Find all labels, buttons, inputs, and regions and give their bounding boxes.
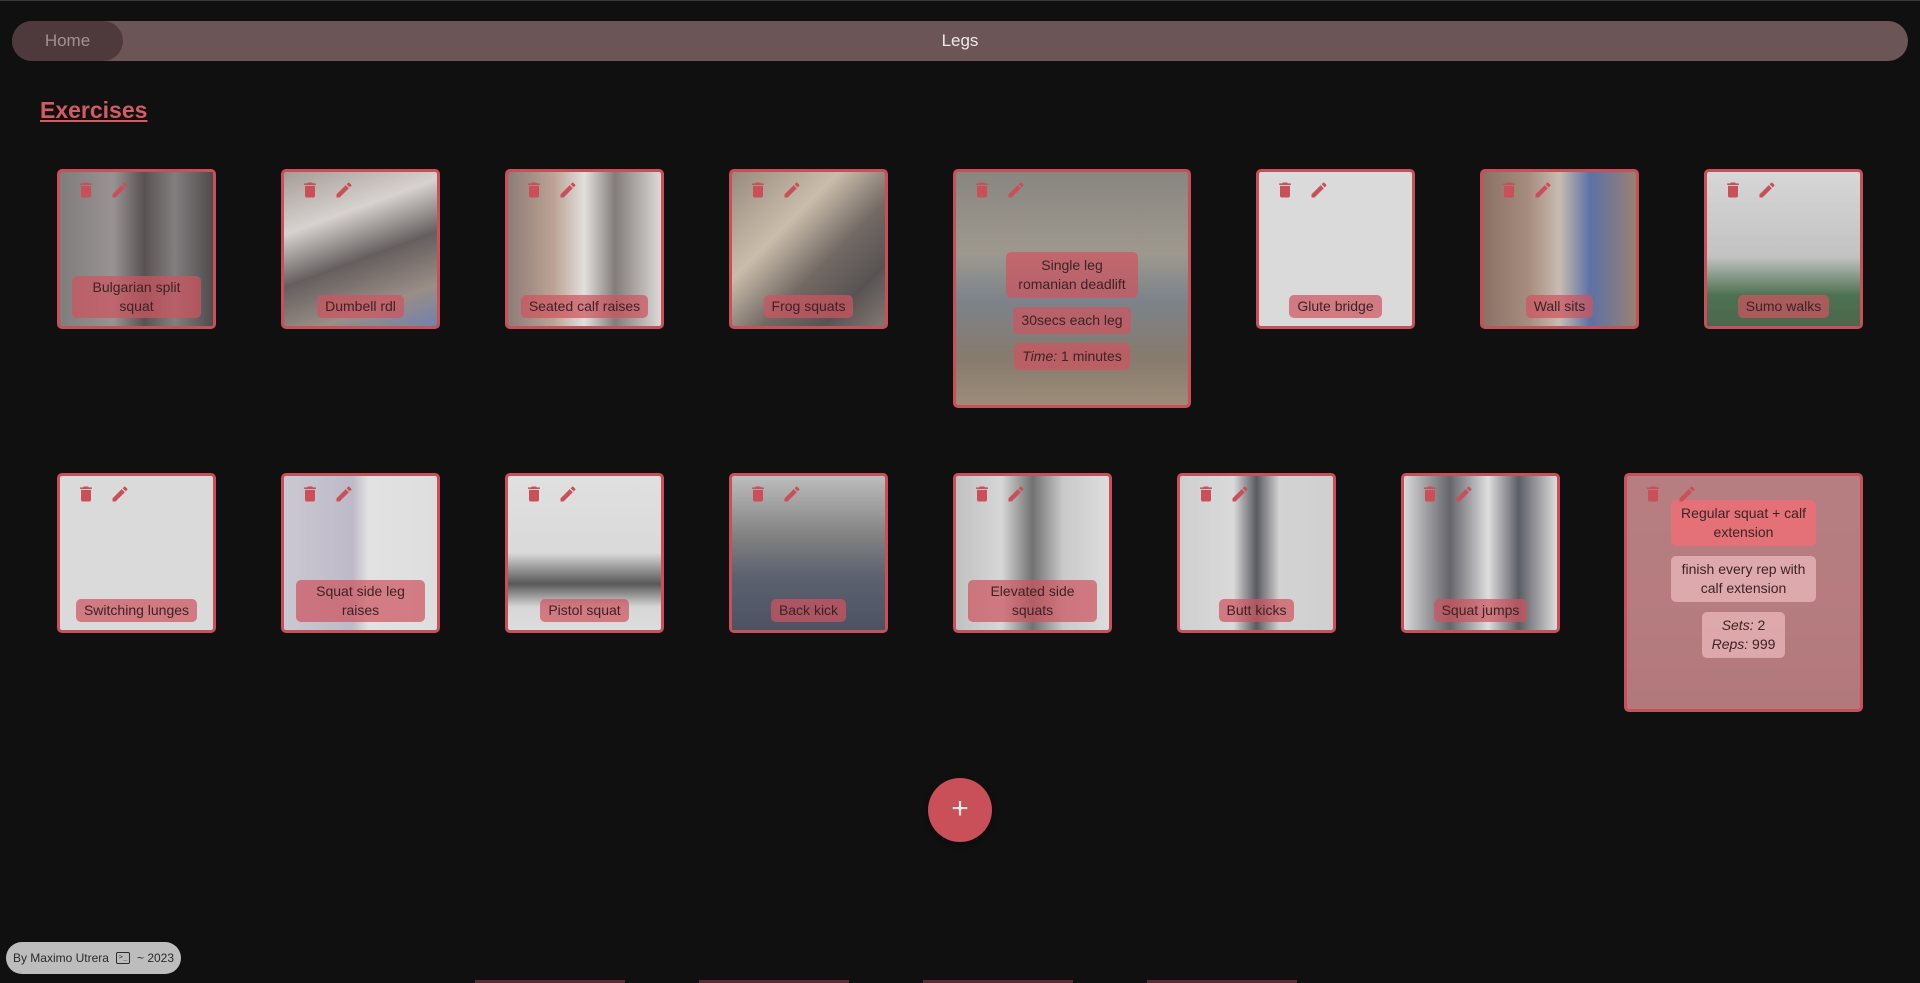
- exercise-card[interactable]: Pistol squat: [505, 473, 664, 633]
- add-exercise-button[interactable]: +: [928, 778, 992, 842]
- exercise-card[interactable]: Back kick: [729, 473, 888, 633]
- exercise-name: Sumo walks: [1737, 295, 1830, 318]
- pencil-icon[interactable]: [108, 482, 132, 506]
- pencil-icon[interactable]: [556, 482, 580, 506]
- exercise-card[interactable]: Dumbell rdl: [281, 169, 440, 329]
- exercise-card[interactable]: Glute bridge: [1256, 169, 1415, 329]
- trash-icon[interactable]: [74, 482, 98, 506]
- trash-icon[interactable]: [1418, 482, 1442, 506]
- exercise-name: Seated calf raises: [520, 295, 649, 318]
- trash-icon[interactable]: [746, 178, 770, 202]
- exercise-name: Frog squats: [763, 295, 854, 318]
- exercise-card-expanded[interactable]: Single leg romanian deadlift 30secs each…: [953, 169, 1191, 408]
- exercise-card[interactable]: Seated calf raises: [505, 169, 664, 329]
- top-border: [0, 0, 1920, 1]
- exercise-description: finish every rep with calf extension: [1670, 556, 1817, 602]
- pencil-icon[interactable]: [1675, 482, 1699, 506]
- trash-icon[interactable]: [746, 482, 770, 506]
- trash-icon[interactable]: [1721, 178, 1745, 202]
- pencil-icon[interactable]: [1004, 178, 1028, 202]
- trash-icon[interactable]: [1273, 178, 1297, 202]
- trash-icon[interactable]: [1641, 482, 1665, 506]
- exercise-card[interactable]: Switching lunges: [57, 473, 216, 633]
- home-button[interactable]: Home: [12, 21, 123, 61]
- exercise-name: Back kick: [770, 599, 847, 622]
- pencil-icon[interactable]: [1452, 482, 1476, 506]
- navbar: Legs Home: [12, 21, 1908, 61]
- pencil-icon[interactable]: [1228, 482, 1252, 506]
- exercise-card[interactable]: Butt kicks: [1177, 473, 1336, 633]
- exercise-name: Squat side leg raises: [295, 580, 426, 622]
- trash-icon[interactable]: [1497, 178, 1521, 202]
- trash-icon[interactable]: [298, 482, 322, 506]
- pencil-icon[interactable]: [780, 178, 804, 202]
- exercise-card[interactable]: Sumo walks: [1704, 169, 1863, 329]
- exercise-name: Butt kicks: [1218, 599, 1295, 622]
- exercise-card[interactable]: Elevated side squats: [953, 473, 1112, 633]
- page-title: Legs: [941, 31, 979, 50]
- year-text: ~ 2023: [136, 951, 175, 965]
- pencil-icon[interactable]: [332, 482, 356, 506]
- trash-icon[interactable]: [1194, 482, 1218, 506]
- exercise-card[interactable]: Squat side leg raises: [281, 473, 440, 633]
- pencil-icon[interactable]: [1307, 178, 1331, 202]
- author-text: By Maximo Utrera: [12, 951, 109, 965]
- exercise-name: Wall sits: [1525, 295, 1594, 318]
- exercise-card[interactable]: Squat jumps: [1401, 473, 1560, 633]
- pencil-icon[interactable]: [1531, 178, 1555, 202]
- exercise-name: Pistol squat: [540, 599, 629, 622]
- exercise-sets-reps: Sets: 2 Reps: 999: [1701, 612, 1786, 658]
- trash-icon[interactable]: [970, 178, 994, 202]
- exercise-name: Dumbell rdl: [317, 295, 404, 318]
- footer-credit: By Maximo Utrera >_ ~ 2023: [6, 942, 181, 974]
- exercise-name: Squat jumps: [1433, 599, 1528, 622]
- exercise-name: Switching lunges: [75, 599, 198, 622]
- pencil-icon[interactable]: [1004, 482, 1028, 506]
- trash-icon[interactable]: [970, 482, 994, 506]
- exercise-card[interactable]: Bulgarian split squat: [57, 169, 216, 329]
- exercise-name: Bulgarian split squat: [71, 276, 202, 318]
- exercise-time: Time: 1 minutes: [1014, 343, 1130, 370]
- trash-icon[interactable]: [74, 178, 98, 202]
- exercise-name: Regular squat + calf extension: [1670, 500, 1817, 546]
- pencil-icon[interactable]: [556, 178, 580, 202]
- exercise-name: Single leg romanian deadlift: [1006, 252, 1138, 298]
- pencil-icon[interactable]: [1755, 178, 1779, 202]
- pencil-icon[interactable]: [780, 482, 804, 506]
- exercise-card[interactable]: Frog squats: [729, 169, 888, 329]
- pencil-icon[interactable]: [332, 178, 356, 202]
- exercise-name: Elevated side squats: [967, 580, 1098, 622]
- trash-icon[interactable]: [522, 482, 546, 506]
- exercise-name: Glute bridge: [1289, 295, 1382, 318]
- terminal-icon[interactable]: >_: [115, 952, 130, 964]
- exercise-card[interactable]: Wall sits: [1480, 169, 1639, 329]
- section-title: Exercises: [40, 97, 148, 123]
- trash-icon[interactable]: [522, 178, 546, 202]
- exercise-description: 30secs each leg: [1013, 307, 1131, 334]
- exercise-card-expanded[interactable]: Regular squat + calf extension finish ev…: [1624, 473, 1863, 712]
- pencil-icon[interactable]: [108, 178, 132, 202]
- trash-icon[interactable]: [298, 178, 322, 202]
